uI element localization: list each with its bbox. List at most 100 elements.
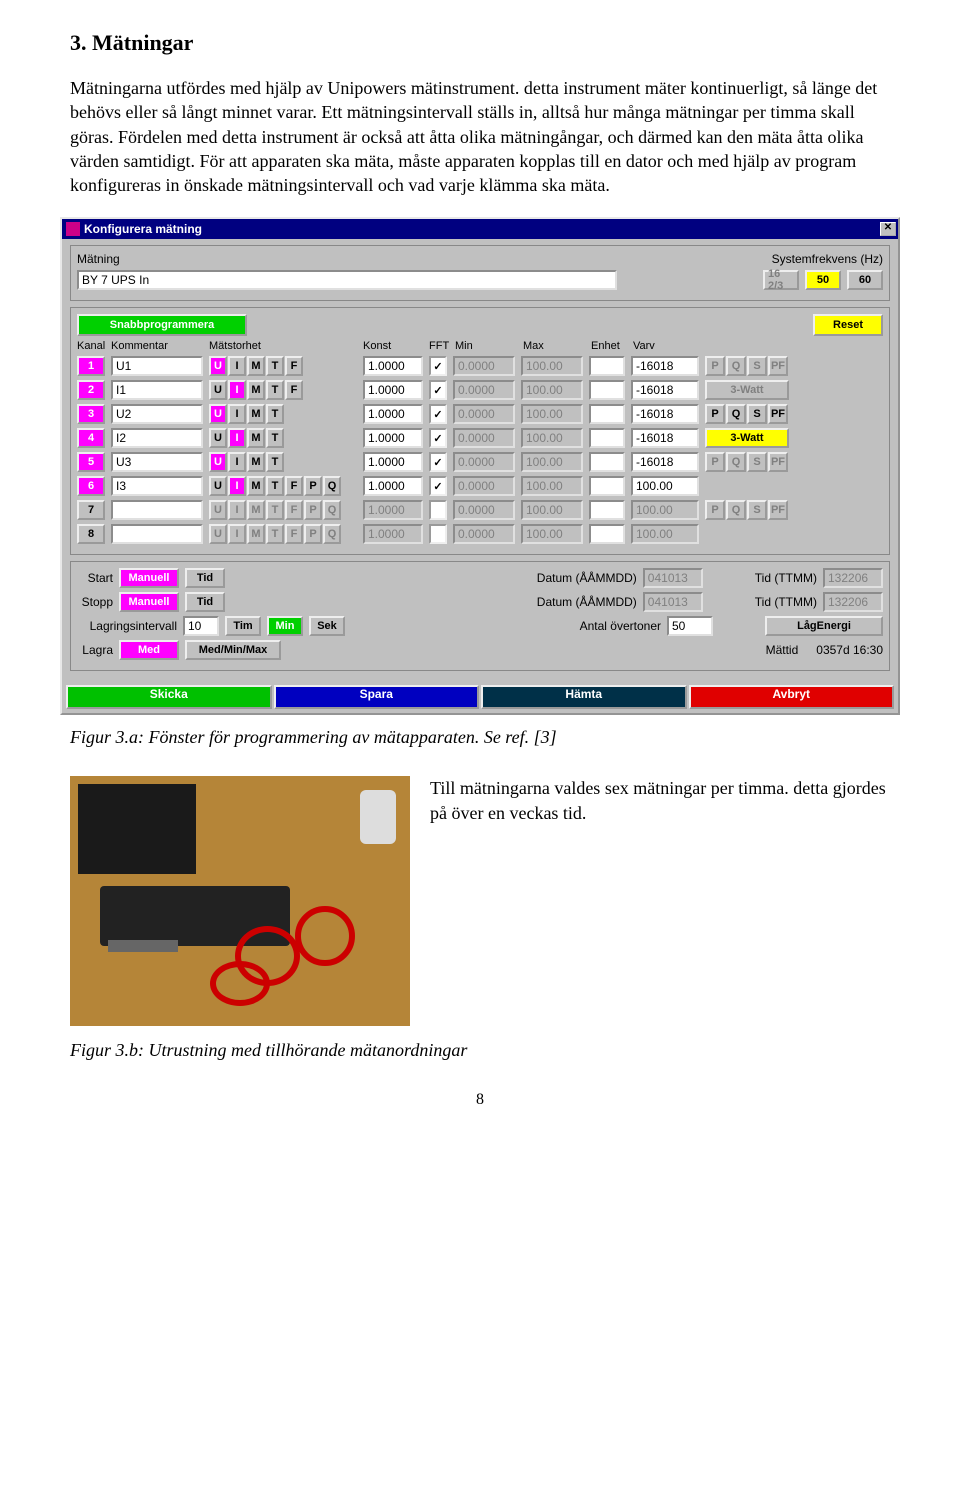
varv-input[interactable] — [631, 476, 699, 496]
kanal-btn[interactable]: 1 — [77, 356, 105, 376]
kommentar-input[interactable] — [111, 356, 203, 376]
pq-btn[interactable]: Q — [726, 404, 746, 424]
matstorhet-btn[interactable]: U — [209, 356, 227, 376]
matstorhet-btn[interactable]: I — [228, 404, 246, 424]
lagrint-input[interactable] — [183, 616, 219, 636]
pq-btn[interactable]: S — [747, 356, 767, 376]
matstorhet-btn[interactable]: M — [247, 476, 265, 496]
fft-checkbox[interactable]: ✓ — [429, 452, 447, 472]
konst-input[interactable] — [363, 380, 423, 400]
mmx-btn[interactable]: Med/Min/Max — [185, 640, 281, 660]
fft-checkbox[interactable]: ✓ — [429, 476, 447, 496]
sek-btn[interactable]: Sek — [309, 616, 345, 636]
pq-btn[interactable]: P — [705, 500, 725, 520]
fft-checkbox[interactable]: ✓ — [429, 380, 447, 400]
kommentar-input[interactable] — [111, 452, 203, 472]
tim-btn[interactable]: Tim — [225, 616, 261, 636]
antal-input[interactable] — [667, 616, 713, 636]
matstorhet-btn[interactable]: M — [247, 452, 265, 472]
matstorhet-btn[interactable]: T — [266, 452, 284, 472]
matstorhet-btn[interactable]: F — [285, 356, 303, 376]
kommentar-input[interactable] — [111, 428, 203, 448]
spara-button[interactable]: Spara — [274, 685, 480, 709]
kanal-btn[interactable]: 5 — [77, 452, 105, 472]
matstorhet-btn[interactable]: F — [285, 524, 303, 544]
freq-btn-3[interactable]: 60 — [847, 270, 883, 290]
matstorhet-btn[interactable]: U — [209, 380, 227, 400]
konst-input[interactable] — [363, 452, 423, 472]
pq-btn[interactable]: PF — [768, 500, 788, 520]
pq-btn[interactable]: S — [747, 404, 767, 424]
kanal-btn[interactable]: 4 — [77, 428, 105, 448]
matstorhet-btn[interactable]: U — [209, 428, 227, 448]
konst-input[interactable] — [363, 404, 423, 424]
varv-input[interactable] — [631, 404, 699, 424]
matstorhet-btn[interactable]: I — [228, 452, 246, 472]
fft-checkbox[interactable]: ✓ — [429, 428, 447, 448]
med-btn[interactable]: Med — [119, 640, 179, 660]
matstorhet-btn[interactable]: I — [228, 524, 246, 544]
avbryt-button[interactable]: Avbryt — [689, 685, 895, 709]
matstorhet-btn[interactable]: T — [266, 476, 284, 496]
matstorhet-btn[interactable]: I — [228, 356, 246, 376]
varv-input[interactable] — [631, 428, 699, 448]
pq-btn[interactable]: P — [705, 452, 725, 472]
matstorhet-btn[interactable]: I — [228, 380, 246, 400]
matstorhet-btn[interactable]: Q — [323, 500, 341, 520]
dialog-titlebar[interactable]: Konfigurera mätning ✕ — [62, 219, 898, 239]
enhet-input[interactable] — [589, 380, 625, 400]
fft-checkbox[interactable]: ✓ — [429, 356, 447, 376]
enhet-input[interactable] — [589, 452, 625, 472]
kommentar-input[interactable] — [111, 404, 203, 424]
reset-button[interactable]: Reset — [813, 314, 883, 336]
matstorhet-btn[interactable]: T — [266, 356, 284, 376]
konst-input[interactable] — [363, 428, 423, 448]
pq-3watt[interactable]: 3-Watt — [705, 380, 789, 400]
start-manuell[interactable]: Manuell — [119, 568, 179, 588]
freq-btn-2[interactable]: 50 — [805, 270, 841, 290]
pq-3watt[interactable]: 3-Watt — [705, 428, 789, 448]
kanal-btn[interactable]: 3 — [77, 404, 105, 424]
kommentar-input[interactable] — [111, 380, 203, 400]
kanal-btn[interactable]: 6 — [77, 476, 105, 496]
konst-input[interactable] — [363, 356, 423, 376]
close-icon[interactable]: ✕ — [880, 222, 896, 236]
varv-input[interactable] — [631, 380, 699, 400]
kommentar-input[interactable] — [111, 524, 203, 544]
start-tid[interactable]: Tid — [185, 568, 225, 588]
pq-btn[interactable]: PF — [768, 404, 788, 424]
matstorhet-btn[interactable]: U — [209, 524, 227, 544]
pq-btn[interactable]: Q — [726, 500, 746, 520]
matstorhet-btn[interactable]: F — [285, 500, 303, 520]
kanal-btn[interactable]: 2 — [77, 380, 105, 400]
matstorhet-btn[interactable]: U — [209, 404, 227, 424]
enhet-input[interactable] — [589, 500, 625, 520]
matstorhet-btn[interactable]: I — [228, 500, 246, 520]
matstorhet-btn[interactable]: U — [209, 452, 227, 472]
stopp-manuell[interactable]: Manuell — [119, 592, 179, 612]
matstorhet-btn[interactable]: T — [266, 500, 284, 520]
matstorhet-btn[interactable]: P — [304, 524, 322, 544]
matstorhet-btn[interactable]: F — [285, 476, 303, 496]
pq-btn[interactable]: S — [747, 500, 767, 520]
fft-checkbox[interactable] — [429, 500, 447, 520]
pq-btn[interactable]: P — [705, 356, 725, 376]
pq-btn[interactable]: P — [705, 404, 725, 424]
stopp-tid[interactable]: Tid — [185, 592, 225, 612]
lagenergi-btn[interactable]: LågEnergi — [765, 616, 883, 636]
min-btn[interactable]: Min — [267, 616, 303, 636]
kommentar-input[interactable] — [111, 500, 203, 520]
enhet-input[interactable] — [589, 428, 625, 448]
pq-btn[interactable]: Q — [726, 452, 746, 472]
enhet-input[interactable] — [589, 476, 625, 496]
matstorhet-btn[interactable]: M — [247, 356, 265, 376]
pq-btn[interactable]: PF — [768, 452, 788, 472]
varv-input[interactable] — [631, 452, 699, 472]
fft-checkbox[interactable] — [429, 524, 447, 544]
matstorhet-btn[interactable]: M — [247, 500, 265, 520]
matstorhet-btn[interactable]: T — [266, 428, 284, 448]
matstorhet-btn[interactable]: M — [247, 404, 265, 424]
kanal-btn[interactable]: 8 — [77, 524, 105, 544]
matstorhet-btn[interactable]: P — [304, 476, 322, 496]
freq-btn-1[interactable]: 16 2/3 — [763, 270, 799, 290]
